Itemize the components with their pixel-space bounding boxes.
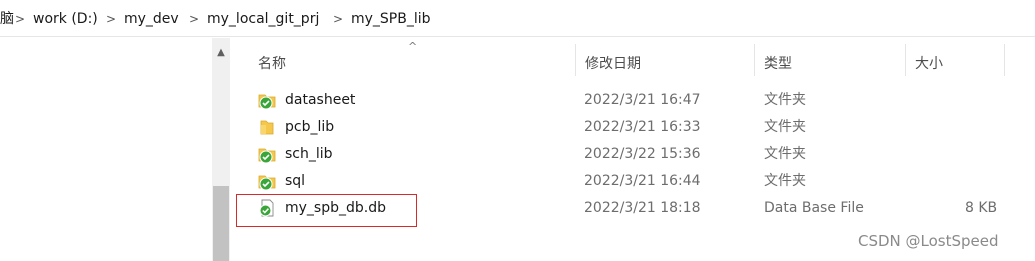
file-type: 文件夹 (764, 119, 806, 135)
file-modified: 2022/3/21 16:44 (584, 173, 701, 189)
file-type: 文件夹 (764, 173, 806, 189)
file-name[interactable]: sch_lib (285, 145, 333, 164)
folder-synced-icon (257, 90, 277, 110)
column-type-header[interactable]: 类型 (764, 53, 792, 73)
file-row-datasheet[interactable]: datasheet 2022/3/21 16:47 文件夹 (231, 87, 1035, 114)
scroll-thumb[interactable] (213, 186, 229, 261)
breadcrumb-separator[interactable]: > (189, 10, 199, 28)
file-modified: 2022/3/21 16:33 (584, 119, 701, 135)
column-divider[interactable] (575, 44, 576, 76)
file-size: 8 KB (965, 200, 998, 216)
column-header: ^ 名称 修改日期 类型 大小 (231, 38, 1035, 82)
folder-icon (257, 117, 277, 137)
breadcrumb-separator[interactable]: > (106, 10, 116, 28)
navigation-scrollbar[interactable]: ▲ (212, 38, 230, 261)
column-divider[interactable] (905, 44, 906, 76)
file-row-sql[interactable]: sql 2022/3/21 16:44 文件夹 (231, 168, 1035, 195)
file-type: 文件夹 (764, 92, 806, 108)
file-modified: 2022/3/21 18:18 (584, 200, 701, 216)
file-type: 文件夹 (764, 146, 806, 162)
file-name[interactable]: pcb_lib (285, 118, 334, 137)
highlight-annotation (236, 194, 417, 227)
breadcrumb-item-my-spb-lib[interactable]: my_SPB_lib (351, 10, 431, 28)
file-name[interactable]: datasheet (285, 91, 355, 110)
sort-ascending-icon: ^ (408, 40, 418, 53)
file-type: Data Base File (764, 200, 864, 216)
breadcrumb-separator[interactable]: > (333, 10, 343, 28)
file-row-pcb-lib[interactable]: pcb_lib 2022/3/21 16:33 文件夹 (231, 114, 1035, 141)
breadcrumb-separator[interactable]: > (15, 10, 25, 28)
scroll-up-arrow-icon[interactable]: ▲ (212, 46, 230, 60)
breadcrumb-item-work[interactable]: work (D:) (33, 10, 98, 28)
breadcrumb-item-my-dev[interactable]: my_dev (124, 10, 179, 28)
column-size-header[interactable]: 大小 (915, 53, 943, 73)
file-modified: 2022/3/22 15:36 (584, 146, 701, 162)
file-row-sch-lib[interactable]: sch_lib 2022/3/22 15:36 文件夹 (231, 141, 1035, 168)
folder-synced-icon (257, 171, 277, 191)
breadcrumb-partial[interactable]: 脑 (0, 10, 14, 28)
file-name[interactable]: sql (285, 172, 305, 191)
column-divider[interactable] (1004, 44, 1005, 76)
address-bar[interactable]: 脑 > work (D:) > my_dev > my_local_git_pr… (0, 0, 1035, 37)
navigation-pane[interactable] (0, 38, 212, 261)
folder-synced-icon (257, 144, 277, 164)
watermark: CSDN @LostSpeed (858, 232, 999, 250)
column-name-header[interactable]: 名称 (258, 53, 286, 73)
column-divider[interactable] (754, 44, 755, 76)
file-modified: 2022/3/21 16:47 (584, 92, 701, 108)
breadcrumb-item-my-local-git-prj[interactable]: my_local_git_prj (207, 10, 319, 28)
column-modified-header[interactable]: 修改日期 (585, 53, 641, 73)
